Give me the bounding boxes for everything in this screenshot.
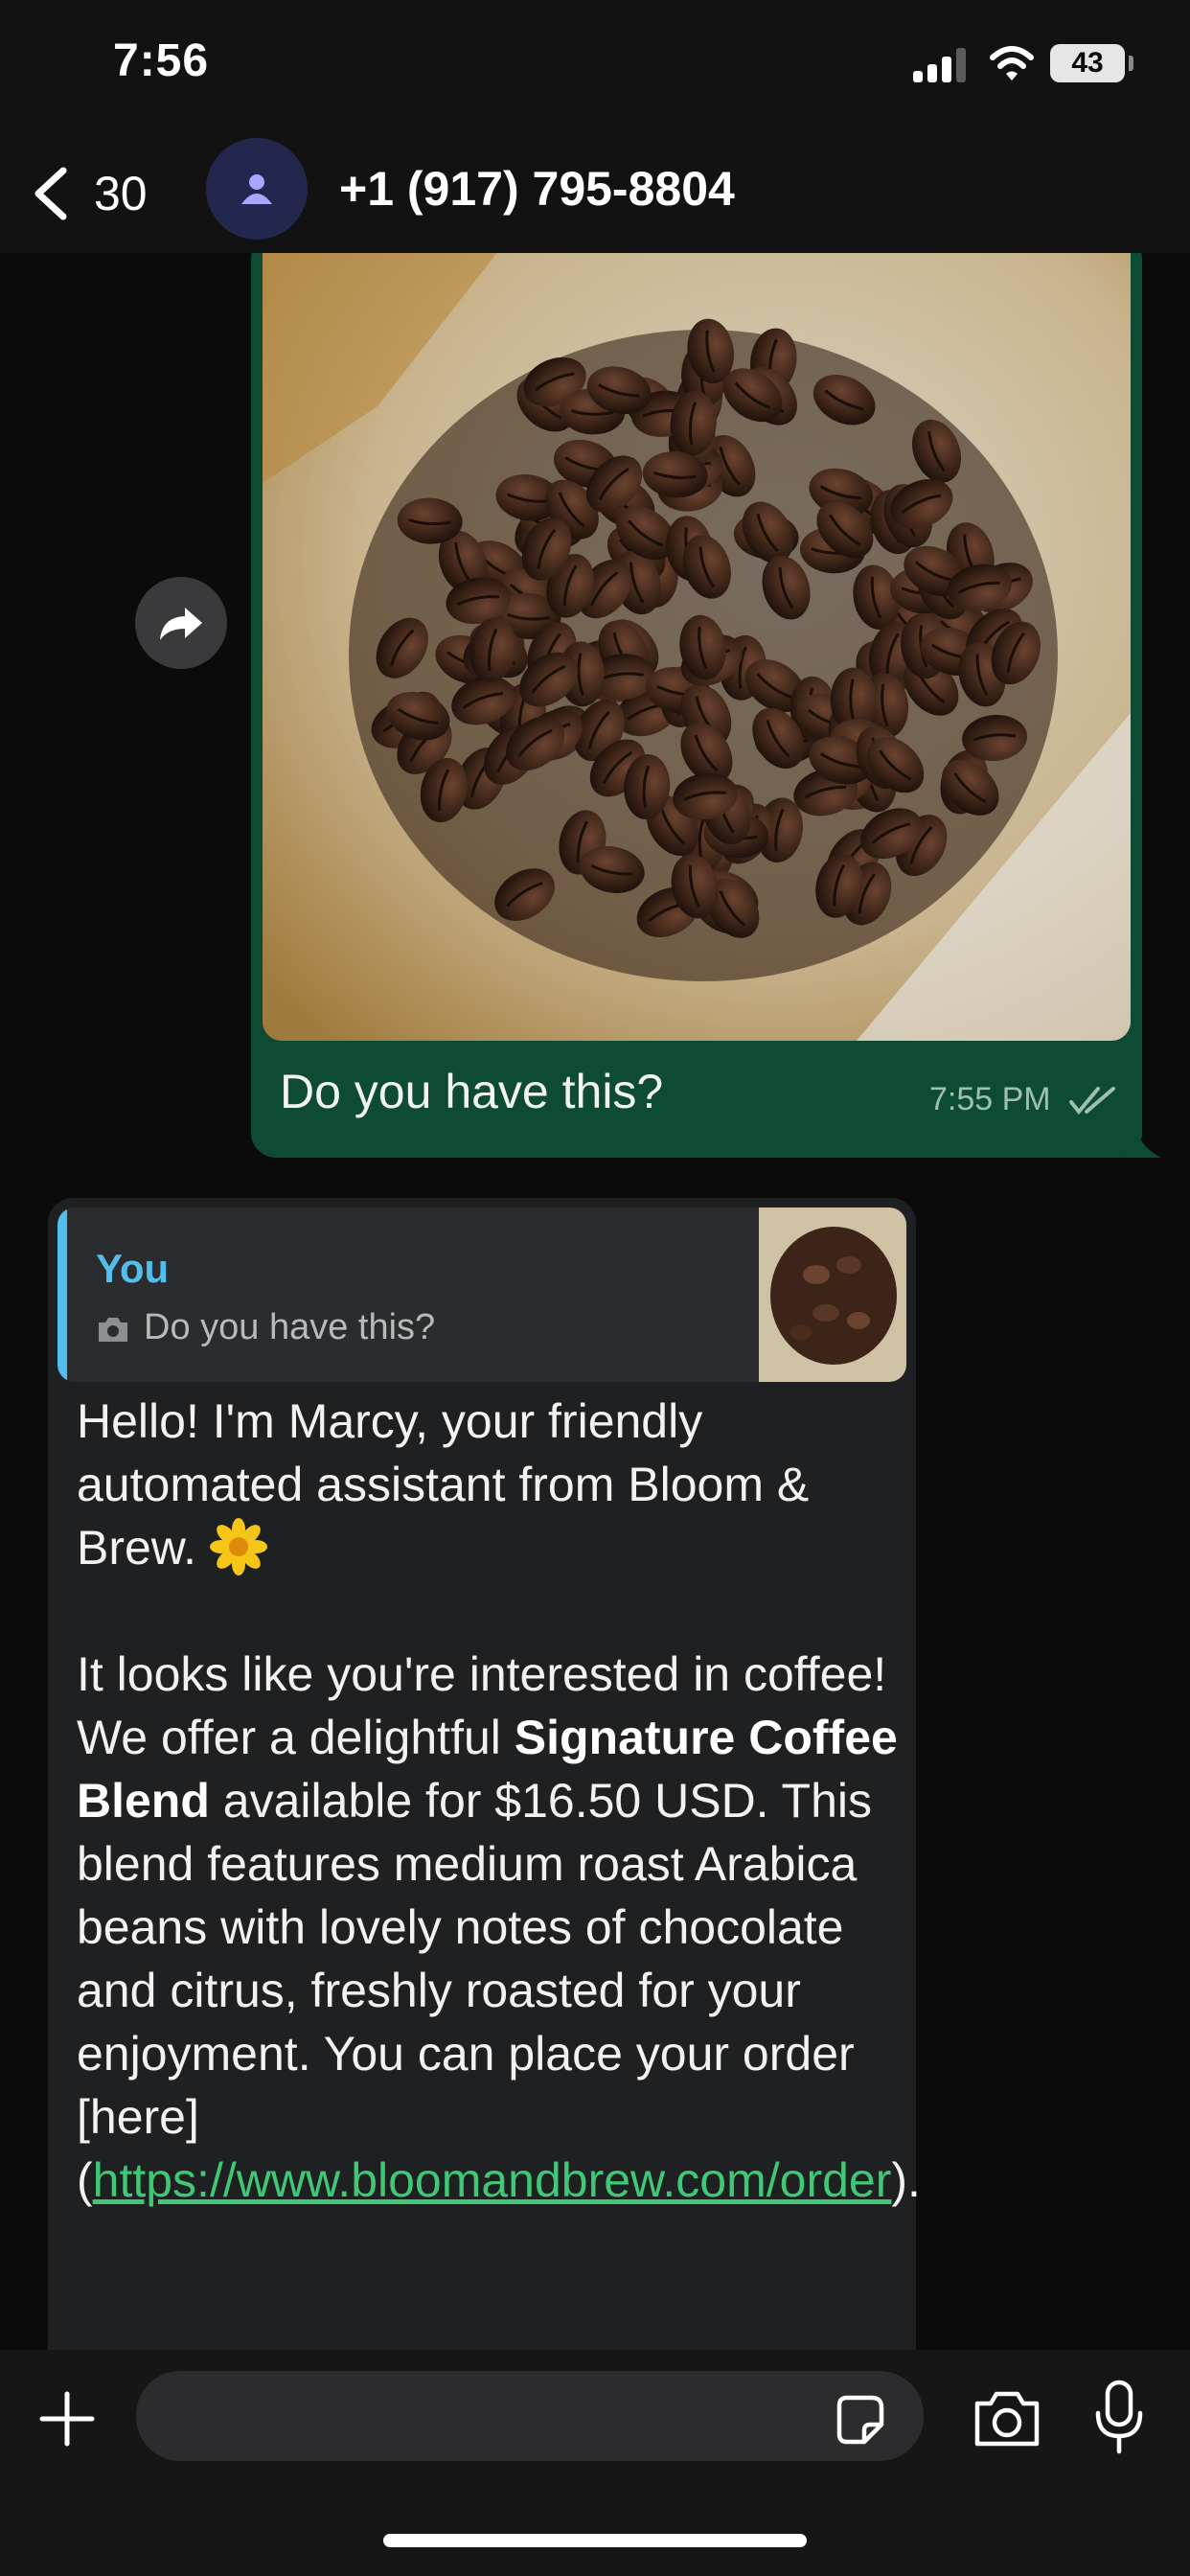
person-icon xyxy=(241,174,272,204)
quote-author: You xyxy=(96,1246,170,1291)
contact-avatar[interactable] xyxy=(206,138,308,240)
battery-icon: 43 xyxy=(1050,44,1125,82)
message-caption: Do you have this? xyxy=(280,1065,664,1118)
wifi-icon xyxy=(990,46,1034,80)
unread-count: 30 xyxy=(94,167,148,220)
coffee-beans-photo[interactable] xyxy=(263,253,1131,1041)
composer-bar xyxy=(0,2350,1190,2576)
sunflower-emoji-icon xyxy=(209,1518,267,1576)
back-chevron-icon xyxy=(34,167,67,220)
quoted-message[interactable]: You Do you have this? xyxy=(57,1208,906,1382)
double-check-icon xyxy=(1069,1087,1115,1116)
message-input[interactable] xyxy=(136,2371,924,2461)
home-indicator xyxy=(383,2534,807,2547)
outgoing-message[interactable]: Do you have this? 7:55 PM xyxy=(251,253,1142,1158)
sticker-icon[interactable] xyxy=(832,2392,887,2448)
status-time: 7:56 xyxy=(113,35,210,86)
product-paragraph: It looks like you're interested in coffe… xyxy=(77,1643,921,2212)
cellular-signal-icon xyxy=(913,48,969,82)
message-list[interactable]: Do you have this? 7:55 PM You Do you hav… xyxy=(0,253,1190,2350)
chat-header: 30 +1 (917) 795-8804 xyxy=(0,134,1190,253)
plus-icon[interactable] xyxy=(36,2388,98,2450)
forward-icon xyxy=(160,608,202,640)
message-body: Hello! I'm Marcy, your friendly automate… xyxy=(77,1390,921,2212)
product-text-end: ). xyxy=(891,2153,921,2207)
status-bar: 7:56 43 xyxy=(0,0,1190,134)
battery-nub xyxy=(1129,56,1133,71)
forward-button[interactable] xyxy=(135,577,227,669)
camera-button-icon[interactable] xyxy=(972,2388,1042,2450)
bubble-tail xyxy=(1121,1116,1161,1158)
quote-thumbnail xyxy=(759,1208,906,1382)
camera-icon xyxy=(99,1318,127,1342)
message-time: 7:55 PM xyxy=(929,1081,1051,1117)
product-text-2: available for $16.50 USD. This blend fea… xyxy=(77,1774,873,2207)
quote-accent-bar xyxy=(57,1208,67,1382)
quote-text: Do you have this? xyxy=(144,1307,436,1347)
order-link[interactable]: https://www.bloomandbrew.com/order xyxy=(93,2153,892,2207)
back-button[interactable]: 30 xyxy=(29,157,148,230)
greeting-paragraph: Hello! I'm Marcy, your friendly automate… xyxy=(77,1390,901,1579)
microphone-icon[interactable] xyxy=(1092,2379,1146,2455)
greeting-text: Hello! I'm Marcy, your friendly automate… xyxy=(77,1394,810,1575)
incoming-message[interactable]: You Do you have this? Hello! I'm Marcy, … xyxy=(48,1198,921,2350)
contact-name[interactable]: +1 (917) 795-8804 xyxy=(339,161,735,217)
